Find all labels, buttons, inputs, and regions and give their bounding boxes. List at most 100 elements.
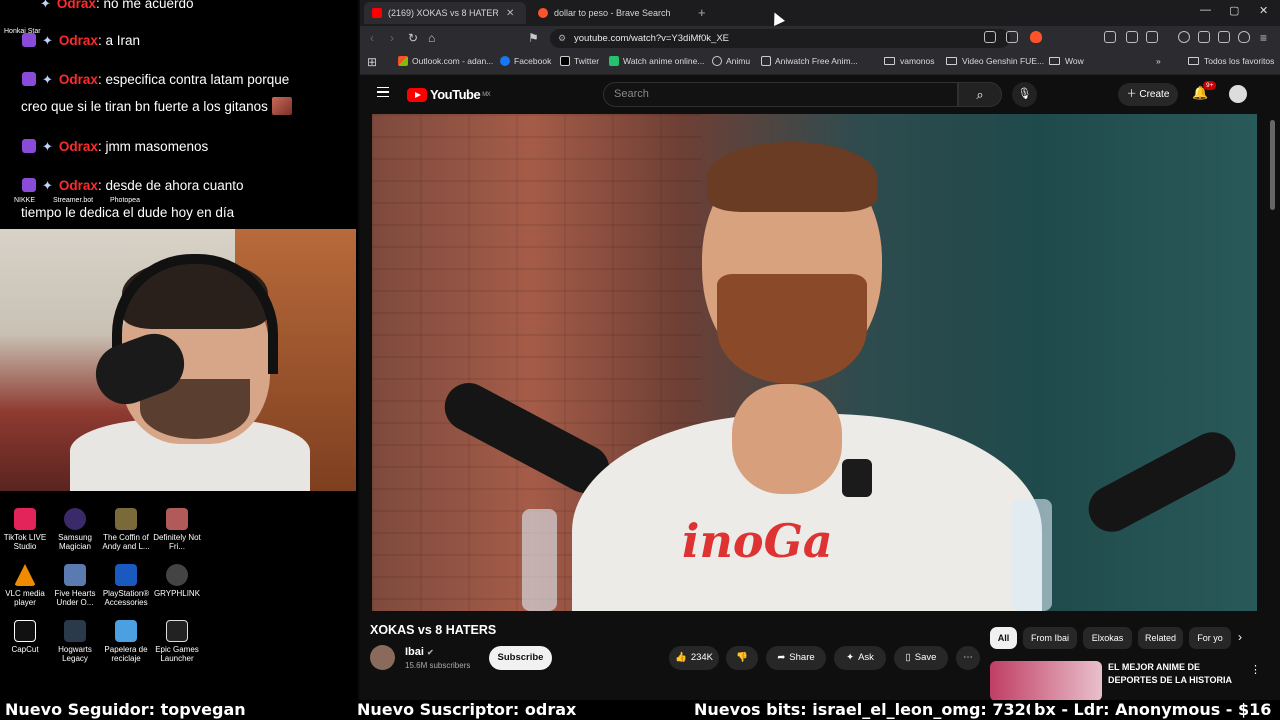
desktop-icon-vlc[interactable]: VLC media player xyxy=(0,564,53,607)
aniwatch-icon xyxy=(761,56,771,66)
bookmark-animu[interactable]: Animu xyxy=(712,56,750,66)
minimize-icon[interactable]: — xyxy=(1200,4,1211,16)
chat-message: ✦ Odrax: no me acuerdo xyxy=(0,0,358,17)
share-button[interactable]: ➦ Share xyxy=(766,646,826,670)
brave-shields-icon[interactable] xyxy=(1030,31,1042,43)
desktop-icon-tiktok-live[interactable]: TikTok LIVE Studio xyxy=(0,508,53,551)
bookmark-facebook[interactable]: Facebook xyxy=(500,56,551,66)
cast-icon[interactable] xyxy=(984,31,996,43)
url-field[interactable]: ⚙ youtube.com/watch?v=Y3diMf0k_XE xyxy=(550,29,1010,48)
create-button[interactable]: ＋ Create xyxy=(1118,83,1178,106)
tab-brave-search[interactable]: dollar to peso - Brave Search xyxy=(530,2,690,24)
channel-name[interactable]: Ibai ✔ xyxy=(405,646,434,658)
chip-from-ibai[interactable]: From Ibai xyxy=(1023,627,1077,649)
bookmark-icon[interactable]: ⚑ xyxy=(528,31,539,45)
chip-related[interactable]: Related xyxy=(1138,627,1183,649)
chip-for-you[interactable]: For yo xyxy=(1189,627,1231,649)
tab-youtube[interactable]: (2169) XOKAS vs 8 HATERS - ✕ xyxy=(364,2,526,24)
ticker-new-bits: Nuevos bits: israel_el_leon_omg: 7320 xyxy=(694,700,1037,719)
bookmark-outlook[interactable]: Outlook.com - adan... xyxy=(398,56,493,66)
like-button[interactable]: 👍 234K xyxy=(669,646,719,670)
chat-username: Odrax xyxy=(56,0,96,11)
desktop-icon-playstation-accessories[interactable]: PlayStation® Accessories xyxy=(98,564,154,607)
chip-elxokas[interactable]: Elxokas xyxy=(1083,627,1132,649)
wallet-icon[interactable] xyxy=(1198,31,1210,43)
chip-all[interactable]: All xyxy=(990,627,1017,649)
search-input[interactable]: Search xyxy=(603,82,958,107)
browser-window: (2169) XOKAS vs 8 HATERS - ✕ dollar to p… xyxy=(360,0,1280,701)
close-window-icon[interactable]: ✕ xyxy=(1259,4,1268,17)
save-button[interactable]: ▯ Save xyxy=(894,646,948,670)
chat-text: : jmm masomenos xyxy=(97,139,209,154)
desktop-icon-recycle-bin[interactable]: Papelera de reciclaje xyxy=(98,620,154,663)
voice-search-button[interactable]: 🎙 xyxy=(1012,82,1037,107)
ai-icon[interactable] xyxy=(1218,31,1230,43)
desktop-icon-coffin-of-andy[interactable]: The Coffin of Andy and L... xyxy=(98,508,154,551)
chat-username: Odrax xyxy=(58,139,98,154)
page-scrollbar[interactable] xyxy=(1270,120,1275,210)
desktop-icon-samsung-magician[interactable]: Samsung Magician xyxy=(47,508,103,551)
globe-icon xyxy=(712,56,722,66)
twitch-badge-icon xyxy=(22,72,36,86)
ask-button[interactable]: ✦ Ask xyxy=(834,646,886,670)
home-icon[interactable]: ⌂ xyxy=(428,31,435,45)
chat-text-continued: creo que si le tiran bn fuerte a los git… xyxy=(21,99,268,114)
chat-username: Odrax xyxy=(58,72,98,87)
recommended-thumbnail[interactable] xyxy=(990,661,1102,701)
bookmark-aniwatch[interactable]: Aniwatch Free Anim... xyxy=(761,56,858,66)
maximize-icon[interactable]: ▢ xyxy=(1229,4,1239,17)
reload-icon[interactable]: ↻ xyxy=(408,31,418,45)
samsung-magician-icon xyxy=(64,508,86,530)
chevron-right-icon[interactable]: › xyxy=(1238,630,1242,644)
recommended-title[interactable]: EL MEJOR ANIME DE DEPORTES DE LA HISTORI… xyxy=(1108,661,1248,687)
recycle-bin-icon xyxy=(115,620,137,642)
stream-event-ticker: Nuevo Seguidor: topvegan Nuevo Suscripto… xyxy=(0,700,1280,720)
forward-icon[interactable]: › xyxy=(390,31,394,45)
hamburger-menu-icon[interactable] xyxy=(377,87,389,97)
bookmark-wow[interactable]: Wow xyxy=(1049,56,1084,66)
more-bookmarks-icon[interactable]: » xyxy=(1156,56,1161,66)
sidebar-icon[interactable] xyxy=(1146,31,1158,43)
x-twitter-icon xyxy=(560,56,570,66)
desktop-icon-definitely-not-fried[interactable]: Definitely Not Fri... xyxy=(149,508,205,551)
close-tab-icon[interactable]: ✕ xyxy=(506,8,514,19)
leo-icon[interactable] xyxy=(1104,31,1116,43)
shirt-print: inoGa xyxy=(682,514,833,568)
desktop-label-streamerbot: Streamer.bot xyxy=(53,197,94,204)
desktop-icon-capcut[interactable]: CapCut xyxy=(0,620,53,654)
back-icon[interactable]: ‹ xyxy=(370,31,374,45)
bookmark-vamonos[interactable]: vamonos xyxy=(884,56,935,66)
dislike-button[interactable]: 👎 xyxy=(726,646,758,670)
youtube-logo[interactable]: YouTube MX xyxy=(407,87,491,102)
twitch-badge-icon xyxy=(22,178,36,192)
music-icon[interactable] xyxy=(1178,31,1190,43)
subscribe-button[interactable]: Subscribe xyxy=(489,646,552,670)
desktop-icon-gryphlink[interactable]: GRYPHLINK xyxy=(149,564,205,598)
bookmark-video-genshin[interactable]: Video Genshin FUE... xyxy=(946,56,1044,66)
share-icon: ➦ xyxy=(777,652,786,663)
share-page-icon[interactable] xyxy=(1006,31,1018,43)
vpn-icon[interactable] xyxy=(1238,31,1250,43)
video-player[interactable]: inoGa xyxy=(372,114,1257,611)
account-avatar[interactable] xyxy=(1229,85,1247,103)
bookmark-all-favorites[interactable]: Todos los favoritos xyxy=(1188,56,1274,66)
desktop-label-nikke: NIKKE xyxy=(14,197,36,204)
capcut-icon xyxy=(14,620,36,642)
sparkle-icon: ✦ xyxy=(42,33,53,48)
more-vertical-icon[interactable]: ⋮ xyxy=(1250,663,1261,676)
bookmark-twitter[interactable]: Twitter xyxy=(560,56,599,66)
desktop-icon-hogwarts-legacy[interactable]: Hogwarts Legacy xyxy=(47,620,103,663)
more-actions-button[interactable]: ⋯ xyxy=(956,646,980,670)
new-tab-icon[interactable]: + xyxy=(698,5,706,20)
desktop-icon-epic-games[interactable]: Epic Games Launcher xyxy=(149,620,205,663)
menu-icon[interactable]: ≡ xyxy=(1260,31,1267,45)
desktop-icon-five-hearts[interactable]: Five Hearts Under O... xyxy=(47,564,103,607)
apps-grid-icon[interactable]: ⊞ xyxy=(367,55,377,69)
channel-avatar[interactable] xyxy=(370,645,395,670)
extensions-icon[interactable] xyxy=(1126,31,1138,43)
bookmark-watch-anime[interactable]: Watch anime online... xyxy=(609,56,704,66)
tab-bar: (2169) XOKAS vs 8 HATERS - ✕ dollar to p… xyxy=(360,0,1280,26)
desktop-label-photopea: Photopea xyxy=(110,197,140,204)
site-info-icon[interactable]: ⚙ xyxy=(558,29,566,48)
search-button[interactable]: ⌕ xyxy=(958,82,1002,107)
